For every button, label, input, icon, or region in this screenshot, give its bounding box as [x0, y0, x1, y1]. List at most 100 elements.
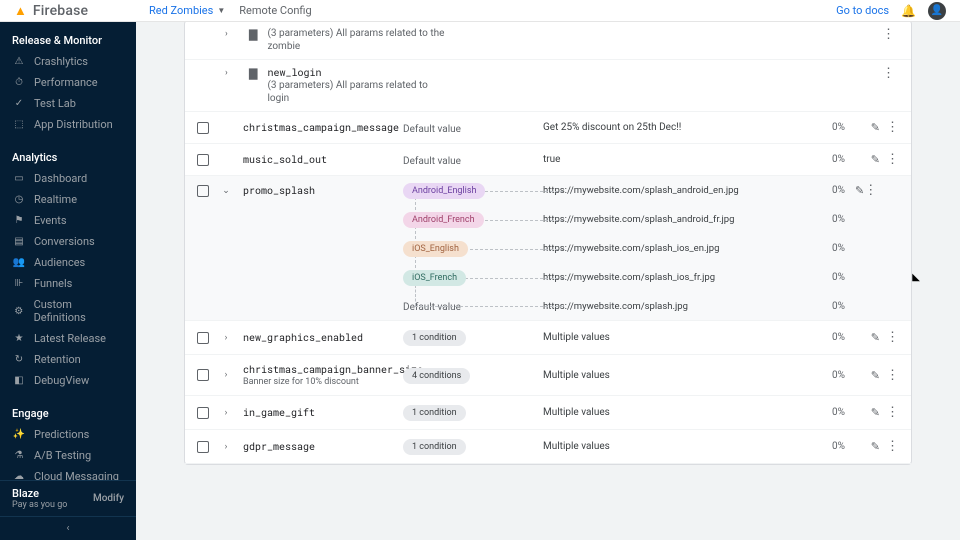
checkbox[interactable]: [197, 154, 209, 166]
sidebar-item[interactable]: ⊪Funnels: [0, 273, 136, 294]
sidebar-item[interactable]: ⬚App Distribution: [0, 114, 136, 135]
plan-row[interactable]: Blaze Pay as you go Modify: [0, 481, 136, 516]
collapse-sidebar[interactable]: ‹: [0, 516, 136, 540]
sidebar-item[interactable]: ◷Realtime: [0, 189, 136, 210]
param-value: Multiple values: [543, 441, 795, 452]
group-desc: (3 parameters) All params related to the…: [267, 27, 447, 53]
kebab-icon[interactable]: ⋮: [886, 330, 899, 345]
condition-chip: iOS_French: [403, 270, 466, 286]
sidebar-item[interactable]: ↻Retention: [0, 349, 136, 370]
expand-icon[interactable]: ›: [219, 370, 233, 380]
avatar[interactable]: 👤: [928, 2, 946, 20]
param-row: › christmas_campaign_banner_sizeBanner si…: [185, 355, 911, 396]
checkbox[interactable]: [197, 185, 209, 197]
docs-link[interactable]: Go to docs: [836, 4, 889, 17]
sidebar: Release & Monitor⚠Crashlytics⏱Performanc…: [0, 22, 136, 540]
sidebar-icon: ⊪: [12, 278, 26, 289]
sidebar-icon: ▭: [12, 173, 26, 184]
sidebar-item-label: Dashboard: [34, 172, 87, 185]
sidebar-item[interactable]: ▤Conversions: [0, 231, 136, 252]
kebab-icon[interactable]: ⋮: [878, 66, 899, 81]
sidebar-icon: ↻: [12, 354, 26, 365]
edit-icon[interactable]: ✎: [871, 153, 880, 166]
condition-col: 1 condition: [403, 329, 533, 346]
kebab-icon[interactable]: ⋮: [878, 27, 899, 42]
checkbox[interactable]: [197, 369, 209, 381]
param-row: ›gdpr_message1 conditionMultiple values0…: [185, 430, 911, 464]
condition-value: https://mywebsite.com/splash_android_fr.…: [543, 214, 795, 225]
sidebar-group: Analytics▭Dashboard◷Realtime⚑Events▤Conv…: [0, 139, 136, 395]
param-group-row: › ▇ (3 parameters) All params related to…: [185, 22, 911, 60]
sidebar-item-label: DebugView: [34, 374, 89, 387]
collapse-icon[interactable]: ⌄: [219, 186, 233, 196]
plan-name: Blaze: [12, 487, 67, 500]
logo[interactable]: ▲ Firebase: [14, 3, 139, 19]
sidebar-item[interactable]: ⏱Performance: [0, 72, 136, 93]
fetch-pct: 0%: [805, 122, 845, 133]
sidebar-item[interactable]: ⚠Crashlytics: [0, 51, 136, 72]
kebab-icon[interactable]: ⋮: [886, 405, 899, 420]
kebab-icon[interactable]: ⋮: [886, 439, 899, 454]
checkbox[interactable]: [197, 407, 209, 419]
kebab-icon[interactable]: ⋮: [864, 183, 877, 198]
param-row: christmas_campaign_messageDefault valueG…: [185, 112, 911, 144]
fetch-pct: 0%: [805, 214, 845, 225]
expand-icon[interactable]: ›: [225, 29, 239, 39]
sidebar-item[interactable]: ✨Predictions: [0, 424, 136, 445]
condition-col: Android_French: [403, 211, 533, 228]
folder-icon: ▇: [249, 28, 257, 41]
sidebar-footer: Blaze Pay as you go Modify ‹: [0, 480, 136, 540]
sidebar-item[interactable]: ⚑Events: [0, 210, 136, 231]
expand-icon[interactable]: ›: [219, 442, 233, 452]
sidebar-item[interactable]: ⚙Custom Definitions: [0, 294, 136, 328]
condition-col: Android_English: [403, 182, 533, 199]
sidebar-item[interactable]: ★ Latest Release: [0, 328, 136, 349]
condition-chip: iOS_English: [403, 241, 468, 257]
edit-icon[interactable]: ✎: [855, 184, 864, 197]
modify-link[interactable]: Modify: [93, 493, 124, 504]
sidebar-item[interactable]: ▭ Dashboard: [0, 168, 136, 189]
param-row: ›new_graphics_enabled1 conditionMultiple…: [185, 321, 911, 355]
bell-icon[interactable]: 🔔: [901, 4, 916, 18]
param-name: gdpr_message: [243, 440, 393, 453]
sidebar-icon: ◧: [12, 375, 26, 386]
sidebar-item[interactable]: ⚗A/B Testing: [0, 445, 136, 466]
checkbox[interactable]: [197, 441, 209, 453]
edit-icon[interactable]: ✎: [871, 406, 880, 419]
param-name: christmas_campaign_banner_sizeBanner siz…: [243, 363, 393, 387]
checkbox[interactable]: [197, 122, 209, 134]
checkbox[interactable]: [197, 332, 209, 344]
project-selector[interactable]: Red Zombies ▼: [149, 4, 225, 17]
sidebar-icon: ★: [12, 333, 26, 344]
condition-sub-row: ⌄promo_splashAndroid_Englishhttps://mywe…: [185, 176, 911, 205]
condition-col: 1 condition: [403, 404, 533, 421]
sidebar-item[interactable]: 👥Audiences: [0, 252, 136, 273]
kebab-icon[interactable]: ⋮: [886, 152, 899, 167]
sidebar-item-label: Latest Release: [34, 332, 106, 345]
edit-icon[interactable]: ✎: [871, 331, 880, 344]
expand-icon[interactable]: ›: [219, 333, 233, 343]
edit-icon[interactable]: ✎: [871, 369, 880, 382]
edit-icon[interactable]: ✎: [871, 440, 880, 453]
breadcrumb-page: Remote Config: [239, 4, 311, 17]
condition-sub-row: iOS_Frenchhttps://mywebsite.com/splash_i…: [185, 263, 911, 292]
param-value: Multiple values: [543, 407, 795, 418]
sidebar-item-label: Audiences: [34, 256, 85, 269]
edit-icon[interactable]: ✎: [871, 121, 880, 134]
sidebar-item[interactable]: ✓Test Lab: [0, 93, 136, 114]
param-name: in_game_gift: [243, 406, 393, 419]
params-card: › ▇ (3 parameters) All params related to…: [184, 22, 912, 465]
expand-icon[interactable]: ›: [219, 408, 233, 418]
expand-icon[interactable]: ›: [225, 68, 239, 78]
condition-chip: 1 condition: [403, 405, 466, 421]
kebab-icon[interactable]: ⋮: [886, 120, 899, 135]
kebab-icon[interactable]: ⋮: [886, 368, 899, 383]
param-value: Get 25% discount on 25th Dec!!: [543, 122, 795, 133]
cursor-icon: ◣: [912, 272, 920, 283]
firebase-icon: ▲: [14, 3, 27, 19]
group-text: new_login (3 parameters) All params rela…: [267, 66, 447, 105]
sidebar-item[interactable]: ◧ DebugView: [0, 370, 136, 391]
param-name: music_sold_out: [243, 153, 393, 166]
fetch-pct: 0%: [805, 301, 845, 312]
row-actions: ✎⋮: [855, 183, 899, 198]
